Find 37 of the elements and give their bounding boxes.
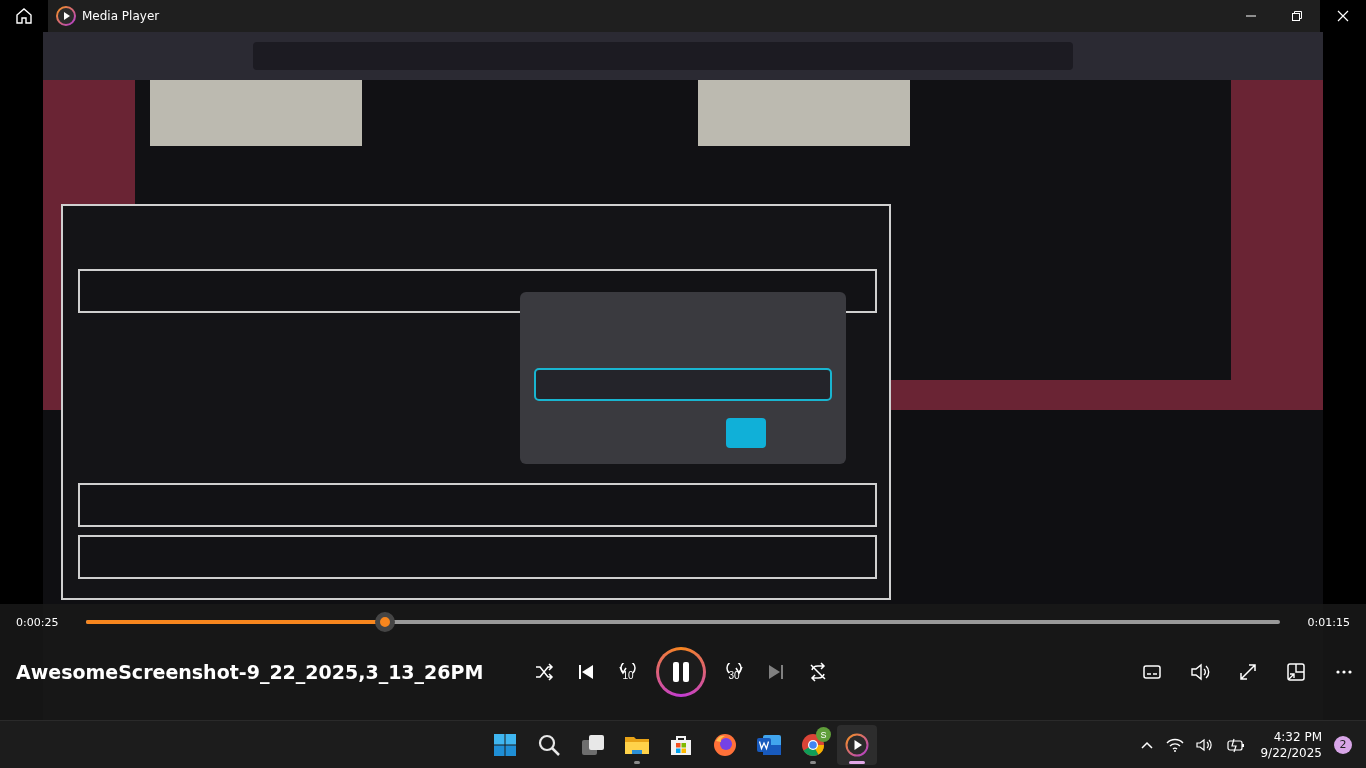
clock[interactable]: 4:32 PM 9/22/2025 — [1256, 728, 1326, 761]
play-circle-icon — [845, 733, 869, 757]
repeat-off-icon — [808, 662, 828, 682]
next-icon — [766, 662, 786, 682]
more-icon — [1334, 669, 1354, 675]
shuffle-icon — [534, 662, 554, 682]
home-button[interactable] — [0, 0, 48, 32]
elapsed-time: 0:00:25 — [16, 615, 60, 629]
store-bag-icon — [669, 733, 693, 757]
taskbar-button[interactable] — [837, 725, 877, 765]
pause-icon — [671, 661, 691, 683]
duration-time: 0:01:15 — [1306, 615, 1350, 629]
close-button[interactable] — [1320, 0, 1366, 32]
pause-button[interactable] — [656, 647, 706, 697]
app-badge: S — [816, 727, 831, 742]
mini-player-icon — [1286, 662, 1306, 682]
seek-thumb[interactable] — [374, 612, 395, 632]
fox-globe-icon — [713, 733, 737, 757]
media-title: AwesomeScreenshot-9_22_2025,3_13_26PM — [16, 661, 485, 683]
rewind-button[interactable]: 10 — [614, 663, 642, 681]
task-view-icon — [581, 733, 605, 757]
app-logo-icon — [56, 6, 76, 26]
home-icon — [15, 7, 33, 25]
previous-icon — [576, 662, 596, 682]
notification-badge[interactable]: 2 — [1334, 735, 1352, 754]
forward-button[interactable]: 30 — [720, 663, 748, 681]
expand-icon — [1238, 662, 1258, 682]
windows-logo-icon — [493, 733, 517, 757]
subtitles-icon — [1142, 662, 1162, 682]
window-title: Media Player — [82, 9, 160, 23]
speaker-icon — [1190, 662, 1210, 682]
maximize-icon — [1291, 10, 1303, 22]
close-icon — [1337, 10, 1349, 22]
search-icon — [537, 733, 561, 757]
browser-circle-icon — [801, 733, 825, 757]
document-app-icon — [756, 733, 782, 757]
seek-bar[interactable] — [86, 612, 1280, 632]
